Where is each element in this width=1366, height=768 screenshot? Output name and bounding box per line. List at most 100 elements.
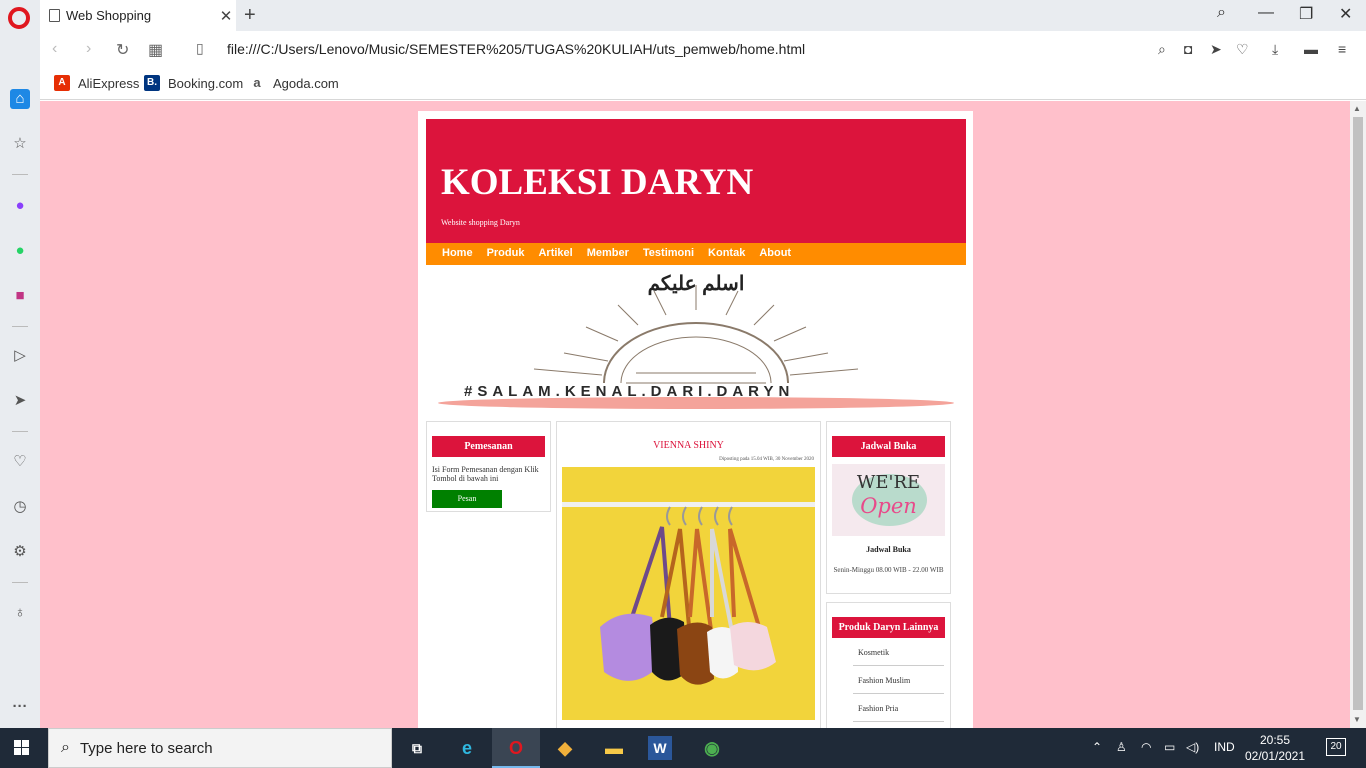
zoom-icon[interactable]: ⌕	[1158, 41, 1166, 58]
home-icon[interactable]: ⌂	[10, 89, 30, 109]
word-icon[interactable]: W	[648, 736, 672, 760]
settings-icon[interactable]: ⚙	[10, 542, 30, 562]
category-link[interactable]: Fashion Muslim	[853, 666, 944, 694]
bookmark-label: Booking.com	[168, 75, 244, 91]
people-icon[interactable]: ♙	[1116, 740, 1127, 754]
back-icon[interactable]: ‹	[52, 40, 57, 58]
download-icon[interactable]: ⤓	[1272, 41, 1278, 58]
git-app-icon[interactable]: ◆	[550, 734, 580, 762]
search-tabs-icon[interactable]: ⌕	[1217, 4, 1226, 22]
reload-icon[interactable]: ↻	[116, 40, 129, 60]
restore-icon[interactable]: ❐	[1299, 4, 1313, 24]
bookmark-agoda[interactable]: a Agoda.com	[249, 75, 339, 91]
menu-home[interactable]: Home	[435, 243, 480, 265]
messenger-icon[interactable]: ●	[10, 196, 30, 216]
close-window-icon[interactable]: ✕	[1339, 4, 1352, 24]
tab-title: Web Shopping	[66, 8, 152, 23]
snapshot-icon[interactable]: ◘	[1184, 41, 1192, 57]
chrome-icon[interactable]: ◉	[697, 734, 727, 762]
open-sign-bottom: Open	[860, 494, 917, 518]
product-image	[562, 467, 815, 720]
tips-icon[interactable]: ♁	[10, 603, 30, 623]
language-indicator[interactable]: IND	[1214, 740, 1235, 754]
order-heading: Pemesanan	[432, 436, 545, 457]
category-link[interactable]: Kosmetik	[853, 638, 944, 666]
menu-icon[interactable]: ≡	[1338, 41, 1346, 57]
bookmarks-bar: A AliExpress B. Booking.com a Agoda.com	[40, 69, 1366, 100]
flow-icon[interactable]: ➤	[10, 391, 30, 411]
category-link[interactable]: Fashion Pria	[853, 694, 944, 722]
product-post: VIENNA SHINY Diposting pada 15.04 WIB, 3…	[556, 421, 821, 728]
menu-about[interactable]: About	[752, 243, 798, 265]
page-scrollbar[interactable]: ▲ ▼	[1350, 101, 1366, 728]
page-icon	[49, 9, 60, 22]
send-icon[interactable]: ➤	[1210, 41, 1222, 58]
order-panel: Pemesanan Isi Form Pemesanan dengan Klik…	[426, 421, 551, 512]
tab-bar: Web Shopping ✕ + ⌕ — ❐ ✕	[0, 0, 1366, 31]
site-header: KOLEKSI DARYN Website shopping Daryn	[426, 119, 966, 243]
schedule-hours: Senin-Minggu 08.00 WIB - 22.00 WIB	[833, 566, 944, 574]
clock-time: 20:55	[1259, 733, 1291, 747]
search-placeholder: Type here to search	[79, 739, 213, 757]
new-tab-icon[interactable]: +	[244, 4, 256, 27]
schedule-heading: Jadwal Buka	[832, 436, 945, 457]
welcome-banner: اسلم عليكم #SALAM.KENAL.DARI.DARYN	[426, 265, 966, 413]
history-icon[interactable]: ◷	[10, 497, 30, 517]
task-view-icon[interactable]: ⧉	[402, 734, 432, 762]
menu-produk[interactable]: Produk	[480, 243, 532, 265]
file-explorer-icon[interactable]: ▬	[599, 734, 629, 762]
order-button[interactable]: Pesan	[432, 490, 502, 508]
tray-chevron-icon[interactable]: ⌃	[1092, 740, 1102, 754]
network-icon[interactable]: ◠	[1141, 740, 1151, 754]
edge-icon[interactable]: e	[452, 734, 482, 762]
menu-testimoni[interactable]: Testimoni	[636, 243, 701, 265]
product-title[interactable]: VIENNA SHINY	[557, 440, 820, 451]
notification-center-icon[interactable]: 20	[1326, 738, 1346, 756]
aliexpress-icon: A	[54, 75, 70, 91]
browser-tab[interactable]: Web Shopping ✕	[40, 0, 236, 31]
speed-dial-icon[interactable]: ▦	[148, 40, 163, 60]
taskbar-search[interactable]: ⌕ Type here to search	[48, 728, 392, 768]
instagram-icon[interactable]: ■	[10, 286, 30, 306]
agoda-icon: a	[249, 75, 265, 91]
schedule-panel: Jadwal Buka WE'RE Open Jadwal Buka Senin…	[826, 421, 951, 594]
bookmarks-heart-icon[interactable]: ♡	[10, 452, 30, 472]
close-tab-icon[interactable]: ✕	[216, 7, 236, 25]
opera-logo-icon[interactable]	[8, 7, 30, 29]
system-clock[interactable]: 20:55 02/01/2021	[1240, 732, 1310, 764]
scroll-down-icon[interactable]: ▼	[1353, 715, 1361, 724]
handbags-illustration	[562, 502, 815, 685]
player-icon[interactable]: ▷	[10, 346, 30, 366]
booking-icon: B.	[144, 75, 160, 91]
bookmark-aliexpress[interactable]: A AliExpress	[54, 75, 139, 91]
bookmark-booking[interactable]: B. Booking.com	[144, 75, 243, 91]
address-bar: ‹ › ↻ ▦ ▯ file:///C:/Users/Lenovo/Music/…	[40, 31, 1366, 69]
bookmark-label: Agoda.com	[273, 75, 339, 91]
volume-icon[interactable]: ◁)	[1186, 740, 1199, 754]
post-date: Diposting pada 15.04 WIB, 30 November 20…	[719, 457, 814, 462]
whatsapp-icon[interactable]: ●	[10, 241, 30, 261]
menu-kontak[interactable]: Kontak	[701, 243, 752, 265]
more-icon[interactable]: ···	[10, 697, 30, 717]
battery-saver-icon[interactable]: ▬	[1304, 41, 1318, 57]
browser-sidebar: ⌂ ☆ ● ● ■ ▷ ➤ ♡ ◷ ⚙ ♁ ···	[0, 31, 40, 728]
heart-icon[interactable]: ♡	[1236, 41, 1249, 58]
bookmark-label: AliExpress	[78, 75, 140, 91]
opera-taskbar-icon[interactable]: O	[501, 734, 531, 762]
scroll-up-icon[interactable]: ▲	[1353, 104, 1361, 113]
menu-member[interactable]: Member	[580, 243, 636, 265]
file-icon: ▯	[196, 40, 204, 56]
minimize-icon[interactable]: —	[1258, 4, 1274, 22]
scroll-thumb[interactable]	[1353, 117, 1363, 710]
forward-icon[interactable]: ›	[86, 40, 91, 58]
url-field[interactable]: file:///C:/Users/Lenovo/Music/SEMESTER%2…	[227, 41, 805, 57]
battery-icon[interactable]: ▭	[1164, 740, 1175, 754]
open-sign-top: WE'RE	[856, 472, 921, 493]
site-subtitle: Website shopping Daryn	[441, 218, 520, 227]
page-viewport: KOLEKSI DARYN Website shopping Daryn Hom…	[40, 101, 1350, 728]
open-sign-image: WE'RE Open	[832, 464, 945, 536]
speed-dial-sidebar-icon[interactable]: ☆	[10, 134, 30, 154]
menu-artikel[interactable]: Artikel	[531, 243, 579, 265]
site-container: KOLEKSI DARYN Website shopping Daryn Hom…	[418, 111, 973, 728]
windows-taskbar: ⌕ Type here to search ⧉ e O ◆ ▬ W ◉ ⌃ ♙ …	[0, 728, 1366, 768]
